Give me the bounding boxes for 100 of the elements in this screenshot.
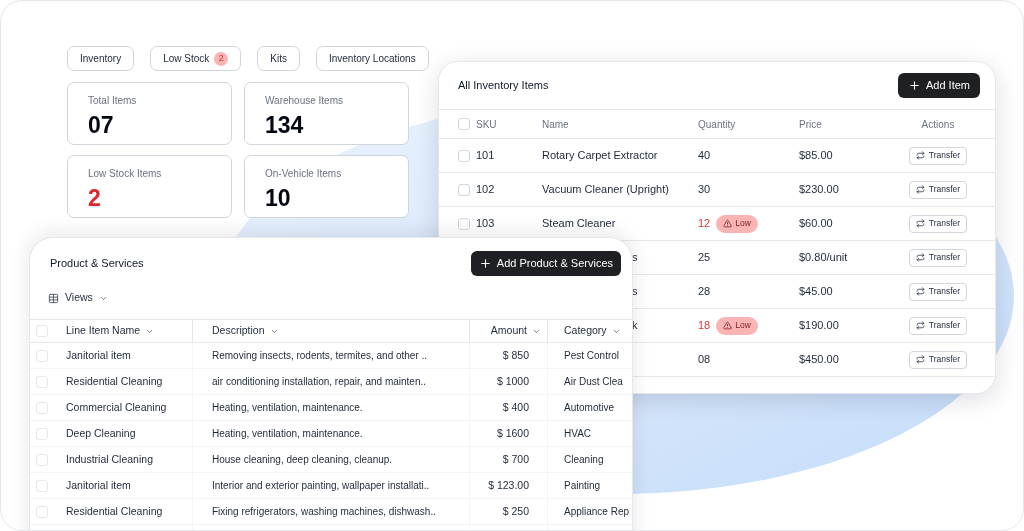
row-checkbox[interactable] <box>36 427 48 440</box>
category-label: Pest Control <box>564 349 620 363</box>
filter-tab[interactable]: Inventory Locations <box>315 46 429 71</box>
stat-label: Warehouse Items <box>265 95 344 107</box>
amount-value: $ 123.00 <box>488 477 529 493</box>
transfer-button[interactable]: Transfer <box>908 146 968 165</box>
views-dropdown[interactable]: Views <box>48 290 108 306</box>
table-icon <box>48 292 59 304</box>
description-text: Heating, ventilation, maintenance. <box>212 401 363 415</box>
price-value: $45.00 <box>799 284 834 300</box>
quantity-value: 40 <box>698 148 711 164</box>
item-name: s <box>632 285 638 298</box>
swap-arrows-icon <box>915 253 925 262</box>
quantity-value: 12 <box>698 216 711 232</box>
row-checkbox[interactable] <box>36 505 48 518</box>
description-text: Fixing refrigerators, washing machines, dishwash.. <box>212 505 436 519</box>
stat-value: 07 <box>88 113 115 137</box>
description-text: Heating, ventilation, maintenance. <box>212 427 363 441</box>
swap-arrows-icon <box>915 287 925 296</box>
category-label: Cleaning <box>564 453 604 467</box>
row-checkbox[interactable] <box>36 479 48 492</box>
transfer-button[interactable]: Transfer <box>908 282 968 301</box>
row-checkbox[interactable] <box>458 217 470 230</box>
panel-title: All Inventory Items <box>458 78 549 94</box>
column-header: Price <box>799 117 823 132</box>
quantity-value: 25 <box>698 250 711 266</box>
transfer-button[interactable]: Transfer <box>908 248 968 267</box>
row-checkbox[interactable] <box>36 401 48 414</box>
transfer-button[interactable]: Transfer <box>908 214 968 233</box>
item-name: s <box>632 251 638 264</box>
transfer-button[interactable]: Transfer <box>908 350 968 369</box>
add-item-button[interactable]: Add Item <box>897 73 980 98</box>
line-item-name: Residential Cleaning <box>66 373 163 389</box>
price-value: $450.00 <box>799 352 840 368</box>
price-value: $0.80/unit <box>799 250 849 266</box>
swap-arrows-icon <box>915 355 925 364</box>
transfer-button[interactable]: Transfer <box>908 316 968 335</box>
swap-arrows-icon <box>915 321 925 330</box>
warning-icon <box>723 219 733 228</box>
amount-value: $ 1600 <box>496 425 529 441</box>
panel-title: Product & Services <box>50 256 144 272</box>
column-header[interactable]: Description <box>212 323 279 339</box>
swap-arrows-icon <box>915 219 925 228</box>
amount-value: $ 400 <box>502 399 529 415</box>
item-name: Rotary Carpet Extractor <box>542 149 658 162</box>
amount-value: $ 1000 <box>496 373 529 389</box>
sku-value: 101 <box>476 149 495 162</box>
swap-arrows-icon <box>915 185 925 194</box>
item-name: Vacuum Cleaner (Upright) <box>542 183 669 196</box>
stat-label: Total Items <box>88 95 138 107</box>
quantity-value: 30 <box>698 182 711 198</box>
row-checkbox[interactable] <box>36 375 48 388</box>
transfer-button[interactable]: Transfer <box>908 180 968 199</box>
stat-label: On-Vehicle Items <box>265 168 343 180</box>
quantity-value: 08 <box>698 352 711 368</box>
line-item-name: Janitorial item <box>66 477 131 493</box>
stat-label: Low Stock Items <box>88 168 163 180</box>
quantity-value: 28 <box>698 284 711 300</box>
category-label: Automotive <box>564 401 615 415</box>
column-header[interactable]: Category <box>564 323 621 339</box>
add-product-button[interactable]: Add Product & Services <box>470 251 621 276</box>
column-header: Name <box>542 117 570 132</box>
swap-arrows-icon <box>915 151 925 160</box>
row-checkbox[interactable] <box>458 149 470 162</box>
category-label: HVAC <box>564 427 592 441</box>
price-value: $60.00 <box>799 216 834 232</box>
price-value: $230.00 <box>799 182 840 198</box>
column-header[interactable]: Line Item Name <box>66 323 155 339</box>
sku-value: 103 <box>476 217 495 230</box>
stat-value: 10 <box>265 186 292 210</box>
description-text: Interior and exterior painting, wallpaper installati.. <box>212 479 430 493</box>
column-header: Quantity <box>698 117 737 132</box>
quantity-value: 18 <box>698 318 711 334</box>
category-label: Appliance Rep <box>564 505 630 519</box>
count-badge: 2 <box>214 51 229 66</box>
amount-value: $ 850 <box>502 347 529 363</box>
line-item-name: Industrial Cleaning <box>66 451 153 467</box>
column-header: Actions <box>921 117 955 132</box>
select-all-checkbox[interactable] <box>36 325 48 337</box>
description-text: Removing insects, rodents, termites, and other .. <box>212 349 428 363</box>
filter-tab[interactable]: Low Stock 2 <box>150 46 242 71</box>
status-label: Low <box>735 217 751 230</box>
line-item-name: Janitorial item <box>66 347 131 363</box>
stat-value: 2 <box>88 186 102 210</box>
line-item-name: Residential Cleaning <box>66 503 163 519</box>
column-header[interactable]: Amount <box>490 323 541 339</box>
filter-tab[interactable]: Kits <box>257 46 300 71</box>
row-checkbox[interactable] <box>458 183 470 196</box>
row-checkbox[interactable] <box>36 453 48 466</box>
description-text: House cleaning, deep cleaning, cleanup. <box>212 453 393 467</box>
row-checkbox[interactable] <box>36 349 48 362</box>
line-item-name: Commercial Cleaning <box>66 399 167 415</box>
price-value: $190.00 <box>799 318 840 334</box>
category-label: Painting <box>564 479 601 493</box>
line-item-name: Deep Cleaning <box>66 425 136 441</box>
stat-value: 134 <box>265 113 305 137</box>
category-label: Air Dust Clea <box>564 375 623 389</box>
filter-tab[interactable]: Inventory <box>67 46 135 71</box>
select-all-checkbox[interactable] <box>458 118 470 130</box>
amount-value: $ 250 <box>502 503 529 519</box>
